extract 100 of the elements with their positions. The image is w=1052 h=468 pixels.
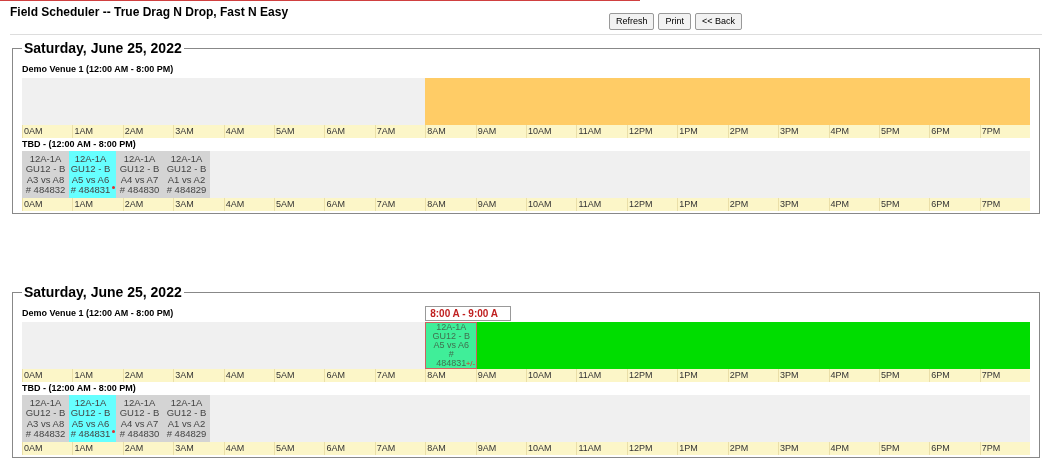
game-text: A5 vs A6 bbox=[71, 174, 110, 185]
hour-label: 11AM bbox=[578, 126, 602, 136]
game-text: 12A-1A bbox=[123, 153, 156, 164]
hour-label: 9AM bbox=[477, 370, 497, 380]
hour-label: 4AM bbox=[225, 199, 245, 209]
hour-label: 0AM bbox=[24, 126, 43, 136]
venue-track[interactable]: 12A-1A GU12 - B A5 vs A6 # 484831+/- bbox=[22, 322, 1030, 369]
hour-label: 1PM bbox=[679, 199, 698, 209]
pool-name: TBD - (12:00 AM - 8:00 PM) bbox=[22, 137, 136, 151]
game-text: GU12 - B bbox=[70, 408, 111, 419]
hour-label: 5PM bbox=[880, 443, 900, 453]
game-text: GU12 - B bbox=[119, 164, 160, 175]
game-card[interactable]: 12A-1A GU12 - B A3 vs A8 # 484832 bbox=[22, 395, 69, 442]
game-text: GU12 - B bbox=[70, 164, 111, 175]
hour-label: 10AM bbox=[528, 199, 552, 209]
day-title: Saturday, June 25, 2022 bbox=[24, 40, 182, 56]
game-text: A3 vs A8 bbox=[26, 174, 65, 185]
hour-label: 6AM bbox=[326, 199, 345, 209]
game-text: # 484832 bbox=[25, 185, 66, 196]
game-card[interactable]: 12A-1A GU12 - B A4 vs A7 # 484830 bbox=[116, 395, 163, 442]
game-text: 12A-1A bbox=[74, 153, 107, 164]
hour-label: 4PM bbox=[830, 370, 849, 380]
hour-label: 3PM bbox=[780, 443, 799, 453]
hour-label: 4PM bbox=[830, 443, 849, 453]
hour-label: 9AM bbox=[477, 199, 497, 209]
game-text: # 484829 bbox=[166, 185, 207, 196]
toolbar-button[interactable]: Refresh bbox=[608, 13, 655, 30]
game-card[interactable]: 12A-1A GU12 - B A5 vs A6 # 484831 bbox=[69, 151, 116, 198]
game-card[interactable]: 12A-1A GU12 - B A5 vs A6 # 484831 bbox=[69, 395, 116, 442]
hour-label: 7PM bbox=[981, 370, 1001, 380]
hour-label: 2AM bbox=[124, 443, 144, 453]
hour-label: 7AM bbox=[376, 126, 396, 136]
venue-name: Demo Venue 1 (12:00 AM - 8:00 PM) bbox=[22, 62, 174, 76]
game-text: # 484830 bbox=[119, 429, 160, 440]
game-text: A5 vs A6 bbox=[433, 341, 469, 350]
hour-label: 6PM bbox=[931, 443, 950, 453]
hour-label: 2PM bbox=[729, 126, 749, 136]
game-text: # 484830 bbox=[119, 185, 160, 196]
hour-label: 3PM bbox=[780, 370, 799, 380]
day-title: Saturday, June 25, 2022 bbox=[24, 284, 182, 300]
game-card[interactable]: 12A-1A GU12 - B A1 vs A2 # 484829 bbox=[163, 395, 210, 442]
hour-label: 1AM bbox=[74, 370, 93, 380]
game-text: GU12 - B bbox=[119, 408, 160, 419]
hour-label: 3AM bbox=[175, 199, 194, 209]
hour-label: 7PM bbox=[981, 199, 1001, 209]
hour-label: 12PM bbox=[628, 370, 653, 380]
open-slot[interactable] bbox=[425, 78, 1030, 125]
hour-label: 4AM bbox=[225, 370, 245, 380]
hour-label: 1AM bbox=[74, 199, 93, 209]
hour-label: 6AM bbox=[326, 126, 345, 136]
venue-name: Demo Venue 1 (12:00 AM - 8:00 PM) bbox=[22, 306, 174, 320]
venue-track[interactable] bbox=[22, 78, 1030, 125]
game-text: # 484829 bbox=[166, 429, 207, 440]
hour-label: 8AM bbox=[427, 199, 446, 209]
game-text: 12A-1A bbox=[74, 397, 107, 408]
pool-name: TBD - (12:00 AM - 8:00 PM) bbox=[22, 381, 136, 395]
hour-label: 6PM bbox=[931, 370, 950, 380]
hour-label: 8AM bbox=[427, 370, 446, 380]
hour-label: 5PM bbox=[880, 126, 900, 136]
open-slot[interactable] bbox=[477, 322, 1030, 369]
hour-label: 3AM bbox=[175, 126, 194, 136]
toolbar-button[interactable]: Print bbox=[658, 13, 691, 30]
hour-label: 2AM bbox=[124, 199, 144, 209]
hour-label: 1PM bbox=[679, 443, 698, 453]
game-text: A4 vs A7 bbox=[120, 418, 159, 429]
hour-label: 7AM bbox=[376, 370, 396, 380]
game-text: 12A-1A bbox=[29, 153, 62, 164]
hour-label: 1PM bbox=[679, 126, 698, 136]
hour-label: 2AM bbox=[124, 126, 144, 136]
page-title: Field Scheduler -- True Drag N Drop, Fast N Easy bbox=[10, 4, 289, 21]
game-text: # 484831 bbox=[70, 185, 111, 196]
hour-label: 1PM bbox=[679, 370, 698, 380]
hour-label: 4AM bbox=[225, 126, 245, 136]
toolbar-button[interactable]: << Back bbox=[694, 13, 742, 30]
game-text: 12A-1A bbox=[29, 397, 62, 408]
hour-label: 11AM bbox=[578, 370, 602, 380]
hour-label: 12PM bbox=[628, 199, 653, 209]
game-text: 12A-1A bbox=[123, 397, 156, 408]
game-text: A4 vs A7 bbox=[120, 174, 159, 185]
game-text: A5 vs A6 bbox=[71, 418, 110, 429]
game-text: 484831 bbox=[436, 359, 467, 368]
hour-label: 0AM bbox=[24, 443, 43, 453]
game-text: 12A-1A bbox=[436, 323, 467, 332]
time-tooltip: 8:00 A - 9:00 A bbox=[425, 306, 512, 321]
hour-label: 3PM bbox=[780, 126, 799, 136]
game-text: A1 vs A2 bbox=[167, 418, 206, 429]
game-card[interactable]: 12A-1A GU12 - B A3 vs A8 # 484832 bbox=[22, 151, 69, 198]
hour-label: 5AM bbox=[276, 370, 295, 380]
hour-label: 9AM bbox=[477, 443, 497, 453]
game-card[interactable]: 12A-1A GU12 - B A1 vs A2 # 484829 bbox=[163, 151, 210, 198]
hour-label: 5AM bbox=[276, 126, 295, 136]
game-card[interactable]: 12A-1A GU12 - B A4 vs A7 # 484830 bbox=[116, 151, 163, 198]
hour-label: 8AM bbox=[427, 443, 446, 453]
hour-label: 6AM bbox=[326, 443, 345, 453]
hour-label: 10AM bbox=[528, 443, 552, 453]
game-text: A3 vs A8 bbox=[26, 418, 65, 429]
game-text: GU12 - B bbox=[166, 408, 207, 419]
hour-label: 6AM bbox=[326, 370, 345, 380]
dragged-game-card[interactable]: 12A-1A GU12 - B A5 vs A6 # 484831+/- bbox=[425, 322, 478, 369]
hour-label: 7AM bbox=[376, 443, 396, 453]
